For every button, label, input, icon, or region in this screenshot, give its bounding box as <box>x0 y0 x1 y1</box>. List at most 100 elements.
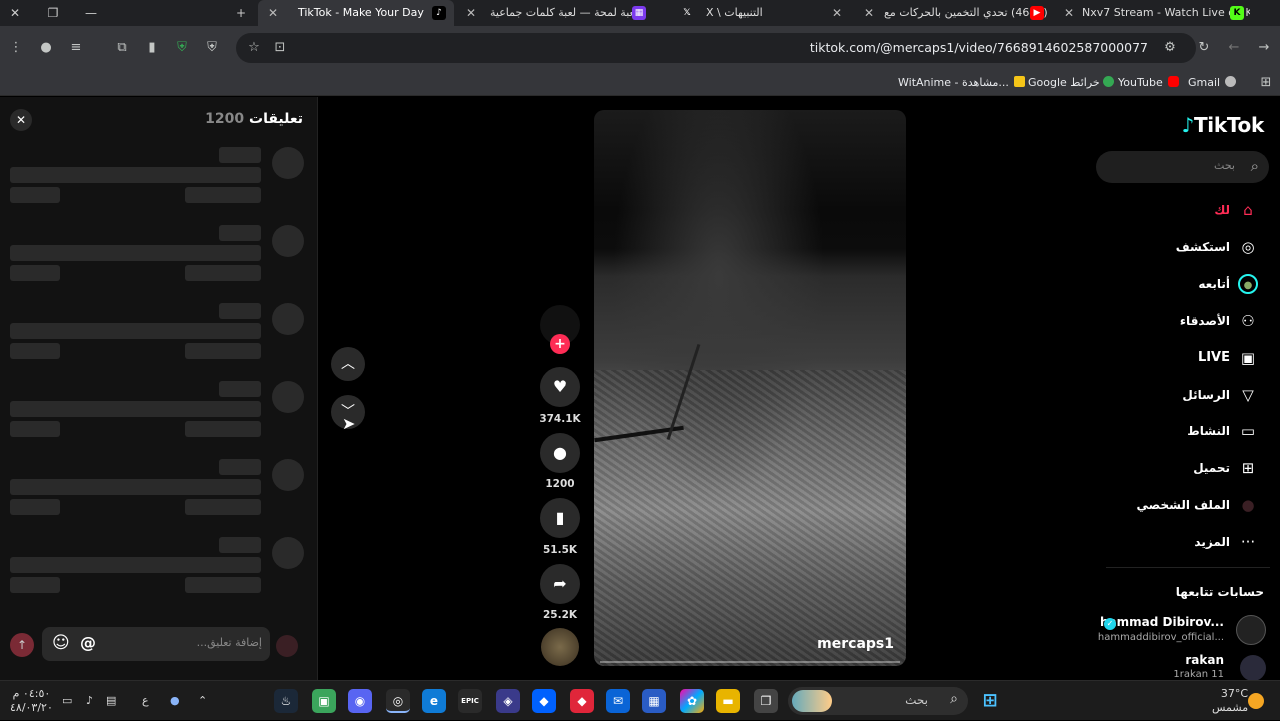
video-player[interactable]: mercaps1 <box>594 110 906 666</box>
bookmark-witanime[interactable]: WitAnime - مشاهدة... <box>898 70 1025 96</box>
steam-icon[interactable]: ♨ <box>274 689 298 713</box>
extensions-icon[interactable]: ⧉ <box>112 38 132 58</box>
x-favicon-icon: 𝕏 <box>683 8 691 18</box>
clock-time: ٠٤:٥٠ م <box>12 687 51 700</box>
clock[interactable]: ٠٤:٥٠ م ٤٨/٠٣/٢٠ <box>10 687 53 715</box>
store-icon[interactable]: ▦ <box>642 689 666 713</box>
translate-icon[interactable]: ⊡ <box>270 38 290 58</box>
reload-icon[interactable]: ↻ <box>1194 38 1214 58</box>
window-restore-button[interactable]: ❐ <box>38 0 68 26</box>
like-button[interactable]: ♥ <box>540 367 580 407</box>
bookmark-youtube[interactable]: YouTube <box>1118 70 1179 96</box>
emoji-icon[interactable]: ☺ <box>52 633 70 653</box>
back-icon[interactable]: → <box>1254 38 1274 58</box>
kick-favicon-icon: K <box>1230 6 1244 20</box>
menu-kebab-icon[interactable]: ⋮ <box>6 38 26 58</box>
account-handle: hammaddibirov_official... <box>1097 632 1224 643</box>
battery-icon[interactable]: ▭ <box>62 681 72 721</box>
url-text[interactable]: tiktok.com/@mercaps1/video/7668914602587… <box>810 33 1148 63</box>
save-button[interactable]: ▮ <box>540 498 580 538</box>
close-tab-icon[interactable]: ✕ <box>864 0 874 26</box>
music-disc-icon[interactable] <box>541 628 579 666</box>
close-comments-button[interactable]: ✕ <box>10 109 32 131</box>
following-account-item[interactable]: hammad Dibirov... ✓ hammaddibirov_offici… <box>1096 613 1280 649</box>
messaging-app-icon[interactable]: ▣ <box>312 689 336 713</box>
previous-video-button[interactable]: ︿ <box>331 347 365 381</box>
weather-widget[interactable]: 37°C مشمس <box>1212 687 1248 715</box>
tab-kick[interactable]: ✕ Nxv7 Stream - Watch Live on K K <box>1060 0 1250 26</box>
nav-activity[interactable]: ▭ النشاط <box>1094 418 1274 444</box>
follow-plus-button[interactable]: + <box>550 334 570 354</box>
nav-following[interactable]: ● أتابعه <box>1094 271 1274 297</box>
copilot-icon[interactable]: ✿ <box>680 689 704 713</box>
nav-messages[interactable]: ▽ الرسائل <box>1094 382 1274 408</box>
volume-icon[interactable]: ♪ <box>86 681 93 721</box>
chrome-icon[interactable]: ◎ <box>386 689 410 713</box>
comments-title: تعليقات <box>249 111 303 127</box>
mention-icon[interactable]: @ <box>80 633 96 652</box>
apps-grid-icon[interactable]: ⊞ <box>1256 73 1276 93</box>
nav-friends[interactable]: ⚇ الأصدقاء <box>1094 308 1274 334</box>
taskbar-search-input[interactable]: بحث ⌕ <box>788 687 968 715</box>
bookmarks-bar: ⊞ Gmail YouTube خرائط Google WitAnime - … <box>0 70 1280 96</box>
tab-lamha[interactable]: ✕ لعبة لمحة — لعبة كلمات جماعية ▦ <box>458 0 654 26</box>
edge-icon[interactable]: e <box>422 689 446 713</box>
like-count: 374.1K <box>539 413 581 425</box>
tab-tiktok[interactable]: ✕ TikTok - Make Your Day ♪ <box>258 0 454 26</box>
site-settings-icon[interactable]: ⚙ <box>1160 38 1180 58</box>
outlook-icon[interactable]: ✉ <box>606 689 630 713</box>
new-tab-button[interactable]: + <box>226 0 256 26</box>
nav-upload[interactable]: ⊞ تحميل <box>1094 455 1274 481</box>
nav-live[interactable]: ▣ LIVE <box>1094 345 1274 371</box>
search-input[interactable]: ⌕ بحث <box>1096 151 1269 183</box>
close-tab-icon[interactable]: ✕ <box>1064 0 1074 26</box>
tab-title: لعبة لمحة — لعبة كلمات جماعية <box>490 6 639 19</box>
shield-extension-icon[interactable]: ⛨ <box>172 38 192 58</box>
nav-explore[interactable]: ◎ استكشف <box>1094 234 1274 260</box>
privacy-extension-icon[interactable]: ⛨ <box>202 38 222 58</box>
address-bar[interactable]: ☆ ⊡ tiktok.com/@mercaps1/video/766891460… <box>236 33 1196 63</box>
comment-input[interactable]: ☺ @ إضافة تعليق... <box>42 627 270 661</box>
dropbox-icon[interactable]: ◆ <box>532 689 556 713</box>
discord-icon[interactable]: ◉ <box>348 689 372 713</box>
video-progress-bar[interactable] <box>600 661 900 663</box>
search-highlight-icon <box>792 690 832 712</box>
bookmark-gmail[interactable]: Gmail <box>1188 70 1237 96</box>
microphone-icon[interactable]: ● <box>170 681 180 721</box>
tab-youtube[interactable]: ✕ (4646) تحدي التخمين بالحركات مع ▶ <box>860 0 1056 26</box>
reading-list-icon[interactable]: ≡ <box>66 38 86 58</box>
bookmark-star-icon[interactable]: ☆ <box>244 38 264 58</box>
tab-x[interactable]: 𝕏 التنبيهات \ X ✕ <box>656 0 852 26</box>
windows-taskbar: ٠٤:٥٠ م ٤٨/٠٣/٢٠ ▭ ♪ ▤ ع ● ⌃ ♨ ▣ ◉ ◎ e E… <box>0 680 1280 720</box>
language-indicator[interactable]: ع <box>142 681 149 721</box>
send-comment-button[interactable]: ↑ <box>10 633 34 657</box>
close-tab-icon[interactable]: ✕ <box>832 0 842 26</box>
bookmark-maps[interactable]: خرائط Google <box>1028 70 1115 96</box>
extension-a-icon[interactable]: ▮ <box>142 38 162 58</box>
red-app-icon[interactable]: ◆ <box>570 689 594 713</box>
profile-avatar-icon[interactable]: ● <box>36 38 56 58</box>
close-tab-icon[interactable]: ✕ <box>466 0 476 26</box>
nav-more[interactable]: ··· المزيد <box>1094 529 1274 555</box>
comment-button[interactable]: ● <box>540 433 580 473</box>
nav-profile[interactable]: ● الملف الشخصي <box>1094 492 1274 518</box>
window-close-button[interactable]: ✕ <box>0 0 30 26</box>
epic-games-icon[interactable]: EPIC <box>458 689 482 713</box>
windows-start-icon[interactable]: ⊞ <box>978 689 1002 713</box>
share-button[interactable]: ➦ <box>540 564 580 604</box>
forward-icon[interactable]: ← <box>1224 38 1244 58</box>
tiktok-logo[interactable]: ♪TikTok <box>1182 113 1265 137</box>
comment-count: 1200 <box>545 478 575 490</box>
avatar <box>272 381 304 413</box>
file-explorer-icon[interactable]: ▬ <box>716 689 740 713</box>
app-icon[interactable]: ◈ <box>496 689 520 713</box>
close-tab-icon[interactable]: ✕ <box>268 0 278 26</box>
following-account-item[interactable]: rakan 1rakan 11 <box>1096 653 1280 681</box>
task-view-icon[interactable]: ❐ <box>754 689 778 713</box>
save-count: 51.5K <box>542 544 578 556</box>
video-author-handle[interactable]: mercaps1 <box>817 636 894 652</box>
show-hidden-icons-chevron-icon[interactable]: ⌃ <box>198 681 207 721</box>
nav-for-you[interactable]: ⌂ لك <box>1094 197 1274 223</box>
network-icon[interactable]: ▤ <box>106 681 116 721</box>
window-minimize-button[interactable]: — <box>76 0 106 26</box>
